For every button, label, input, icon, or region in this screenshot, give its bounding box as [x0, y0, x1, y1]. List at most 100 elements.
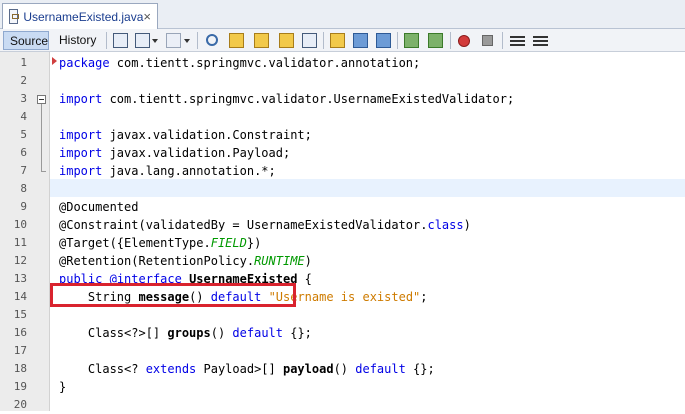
- code-text: package com.tientt.springmvc.validator.a…: [59, 54, 420, 72]
- close-tab-icon[interactable]: ×: [143, 10, 151, 23]
- forward-icon[interactable]: [166, 33, 181, 48]
- toggle-highlight-icon[interactable]: [279, 33, 294, 48]
- stop-macro-icon[interactable]: [482, 35, 493, 46]
- source-tab-button[interactable]: Source: [3, 31, 49, 50]
- line-number: 10: [13, 218, 27, 231]
- line-number: 2: [20, 74, 27, 87]
- code-token: groups: [167, 326, 211, 340]
- code-token: @Target({ElementType.: [59, 236, 211, 250]
- code-line[interactable]: import javax.validation.Constraint;: [50, 126, 685, 144]
- comment-icon[interactable]: [510, 36, 525, 46]
- chevron-down-icon[interactable]: [152, 33, 159, 48]
- code-editor[interactable]: 1 package com.tientt.springmvc.validator.…: [0, 52, 685, 411]
- code-text: import javax.validation.Constraint;: [59, 126, 312, 144]
- code-token: java.lang.annotation.*;: [102, 164, 276, 178]
- find-previous-icon[interactable]: [229, 33, 244, 48]
- code-line[interactable]: [50, 306, 685, 324]
- line-number: 15: [13, 308, 27, 321]
- find-icon[interactable]: [206, 34, 218, 46]
- code-line[interactable]: }: [50, 378, 685, 396]
- code-token: extends: [145, 362, 197, 376]
- code-text: @Target({ElementType.FIELD}): [59, 234, 261, 252]
- code-token: default: [232, 326, 283, 340]
- code-line[interactable]: [50, 180, 685, 198]
- code-token: RUNTIME: [254, 254, 305, 268]
- code-line[interactable]: import java.lang.annotation.*;: [50, 162, 685, 180]
- line-number: 7: [20, 164, 27, 177]
- line-number: 13: [13, 272, 27, 285]
- line-number: 19: [13, 380, 27, 393]
- line-number: 1: [20, 56, 27, 69]
- toolbar-separator: [450, 32, 451, 49]
- code-token: payload: [282, 362, 334, 376]
- history-tab-button[interactable]: History: [53, 31, 101, 50]
- code-token: {: [297, 272, 312, 286]
- line-number: 14: [13, 290, 27, 303]
- uncomment-icon[interactable]: [533, 36, 548, 46]
- code-line[interactable]: [50, 108, 685, 126]
- shift-right-icon[interactable]: [428, 33, 443, 48]
- code-token: }: [59, 380, 67, 394]
- code-token: import: [59, 146, 103, 160]
- code-text: @Retention(RetentionPolicy.RUNTIME): [59, 252, 312, 270]
- code-text: import java.lang.annotation.*;: [59, 162, 276, 180]
- code-line[interactable]: @Target({ElementType.FIELD}): [50, 234, 685, 252]
- line-number: 17: [13, 344, 27, 357]
- line-number: 18: [13, 362, 27, 375]
- line-number: 9: [20, 200, 27, 213]
- line-number: 16: [13, 326, 27, 339]
- code-line[interactable]: import javax.validation.Payload;: [50, 144, 685, 162]
- code-token: import: [59, 92, 103, 106]
- code-line[interactable]: [50, 72, 685, 90]
- code-token: ;: [420, 290, 428, 304]
- last-edit-icon[interactable]: [113, 33, 128, 48]
- fold-toggle-icon[interactable]: [37, 95, 46, 104]
- find-next-icon[interactable]: [254, 33, 269, 48]
- code-token: FIELD: [210, 236, 247, 250]
- toggle-bookmark-icon[interactable]: [376, 33, 391, 48]
- code-line[interactable]: package com.tientt.springmvc.validator.a…: [50, 54, 685, 72]
- shift-left-icon[interactable]: [404, 33, 419, 48]
- toolbar-separator: [502, 32, 503, 49]
- code-line[interactable]: Class<?>[] groups() default {};: [50, 324, 685, 342]
- line-number: 5: [20, 128, 27, 141]
- code-token: com.tientt.springmvc.validator.UsernameE…: [102, 92, 515, 106]
- code-line[interactable]: Class<? extends Payload>[] payload() def…: [50, 360, 685, 378]
- editor-toolbar: Source History: [0, 29, 685, 52]
- code-token: class: [427, 218, 464, 232]
- code-text: Class<?>[] groups() default {};: [59, 324, 312, 342]
- annotation-highlight-box: [50, 283, 296, 307]
- code-line[interactable]: [50, 396, 685, 414]
- record-macro-icon[interactable]: [458, 35, 470, 47]
- back-icon[interactable]: [135, 33, 150, 48]
- line-number: 3: [20, 92, 27, 105]
- line-number: 8: [20, 182, 27, 195]
- code-token: @Constraint(validatedBy = UsernameExiste…: [59, 218, 428, 232]
- code-text: import javax.validation.Payload;: [59, 144, 290, 162]
- code-token: javax.validation.Payload;: [102, 146, 291, 160]
- next-bookmark-icon[interactable]: [353, 33, 368, 48]
- code-token: Class<?: [59, 362, 146, 376]
- toggle-rect-select-icon[interactable]: [302, 33, 317, 48]
- code-token: javax.validation.Constraint;: [102, 128, 312, 142]
- file-tab-title: UsernameExisted.java: [23, 9, 144, 24]
- chevron-down-icon[interactable]: [184, 33, 191, 48]
- code-token: @Documented: [59, 200, 139, 214]
- editor-tab-strip: UsernameExisted.java ×: [0, 0, 685, 29]
- toolbar-separator: [106, 32, 107, 49]
- code-line[interactable]: @Documented: [50, 198, 685, 216]
- code-line[interactable]: @Constraint(validatedBy = UsernameExiste…: [50, 216, 685, 234]
- code-line[interactable]: import com.tientt.springmvc.validator.Us…: [50, 90, 685, 108]
- code-line[interactable]: [50, 342, 685, 360]
- line-number: 11: [13, 236, 27, 249]
- code-token: Class<?>[]: [59, 326, 168, 340]
- line-number: 20: [13, 398, 27, 411]
- previous-bookmark-icon[interactable]: [330, 33, 345, 48]
- fold-guide-end: [41, 171, 46, 172]
- toolbar-separator: [397, 32, 398, 49]
- file-tab[interactable]: UsernameExisted.java ×: [2, 3, 158, 29]
- code-token: (): [210, 326, 233, 340]
- code-token: import: [59, 128, 103, 142]
- code-line[interactable]: @Retention(RetentionPolicy.RUNTIME): [50, 252, 685, 270]
- code-token: Payload>[]: [196, 362, 283, 376]
